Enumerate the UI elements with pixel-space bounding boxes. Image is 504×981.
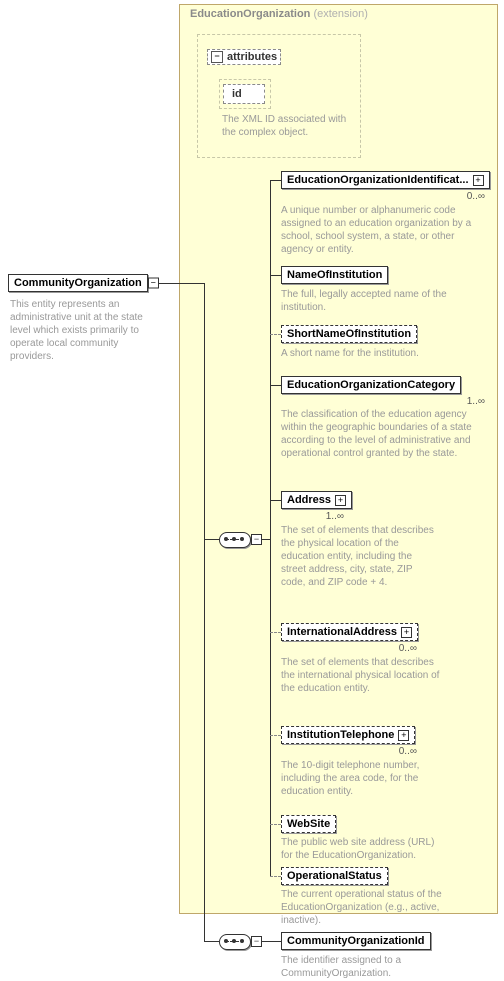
element-web[interactable]: WebSite [281, 815, 336, 833]
connector [158, 283, 180, 284]
connector [204, 539, 219, 540]
connector [180, 283, 204, 284]
desc-tel: The 10-digit telephone number, including… [281, 759, 446, 798]
attribute-id-desc: The XML ID associated with the complex o… [222, 113, 357, 139]
outer-sequence-connector: − [219, 934, 251, 950]
attribute-id-outline [219, 79, 271, 109]
sequence-connector: − [219, 532, 251, 548]
occur-eoic: 0..∞ [455, 191, 485, 202]
toggle-plus-icon[interactable]: + [398, 730, 409, 741]
element-eoic[interactable]: EducationOrganizationIdentificat...+ [281, 171, 490, 189]
element-op[interactable]: OperationalStatus [281, 867, 388, 885]
element-coi[interactable]: CommunityOrganizationId [281, 932, 431, 950]
occur-eoc: 1..∞ [455, 396, 485, 407]
desc-eoc: The classification of the education agen… [281, 408, 481, 460]
connector [204, 539, 205, 941]
element-snoi[interactable]: ShortNameOfInstitution [281, 325, 417, 343]
element-eoc[interactable]: EducationOrganizationCategory [281, 376, 461, 394]
element-addr[interactable]: Address+ [281, 491, 352, 509]
desc-addr: The set of elements that describes the p… [281, 524, 436, 589]
desc-op: The current operational status of the Ed… [281, 888, 446, 927]
occur-iaddr: 0..∞ [387, 643, 417, 654]
root-element[interactable]: CommunityOrganization − [8, 274, 148, 292]
element-tel[interactable]: InstitutionTelephone+ [281, 726, 415, 744]
connector [261, 539, 270, 540]
toggle-plus-icon[interactable]: + [335, 495, 346, 506]
element-iaddr[interactable]: InternationalAddress+ [281, 623, 418, 641]
extension-label: EducationOrganization (extension) [190, 8, 368, 20]
connector [261, 941, 281, 942]
occur-tel: 0..∞ [387, 746, 417, 757]
desc-eoic: A unique number or alphanumeric code ass… [281, 204, 481, 256]
connector [270, 180, 271, 876]
connector [204, 283, 205, 539]
desc-iaddr: The set of elements that describes the i… [281, 656, 446, 695]
toggle-plus-icon[interactable]: + [473, 175, 484, 186]
connector [204, 941, 219, 942]
desc-noi: The full, legally accepted name of the i… [281, 288, 461, 314]
desc-coi: The identifier assigned to a CommunityOr… [281, 954, 461, 980]
desc-snoi: A short name for the institution. [281, 347, 481, 360]
element-noi[interactable]: NameOfInstitution [281, 266, 388, 284]
desc-web: The public web site address (URL) for th… [281, 836, 446, 862]
root-desc: This entity represents an administrative… [10, 298, 165, 363]
toggle-plus-icon[interactable]: + [401, 627, 412, 638]
occur-addr: 1..∞ [314, 511, 344, 522]
